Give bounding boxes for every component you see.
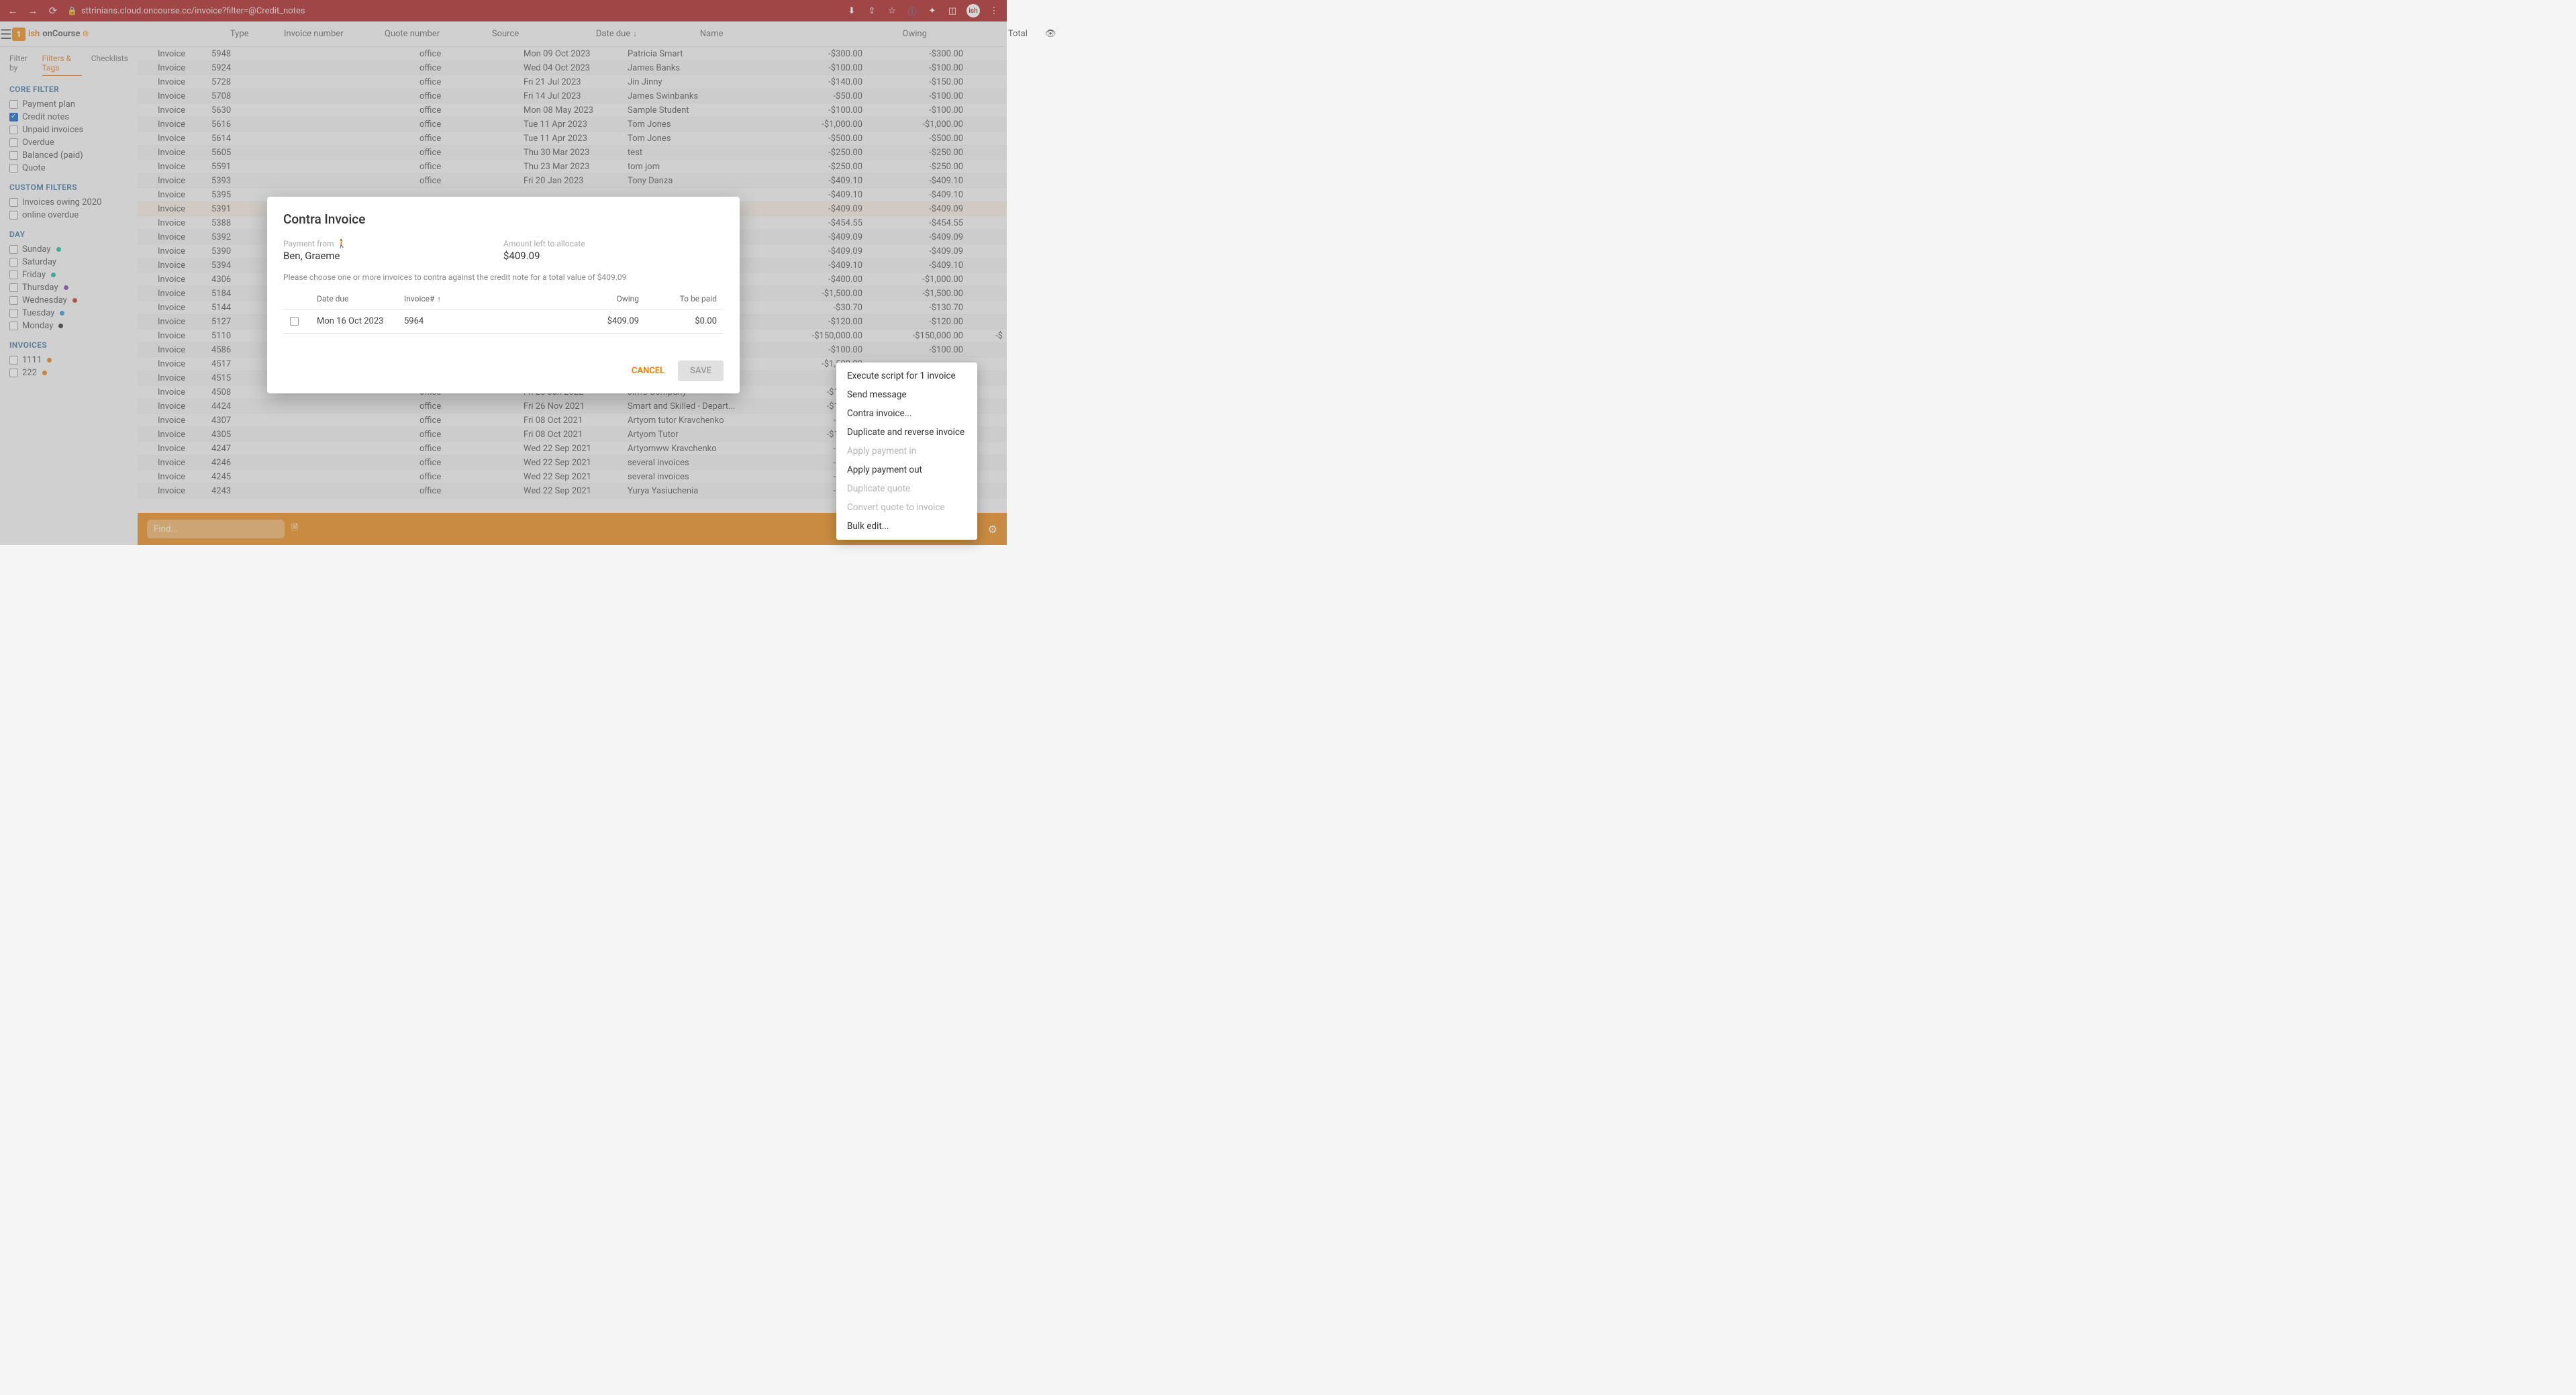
mth-owing[interactable]: Owing [538, 294, 639, 303]
mth-paid[interactable]: To be paid [639, 294, 717, 303]
modal-help-text: Please choose one or more invoices to co… [283, 273, 724, 282]
context-menu-item: Convert quote to invoice [836, 498, 977, 517]
eye-icon[interactable]: 👁 [1032, 29, 1070, 39]
payment-from-value: Ben, Graeme [283, 250, 503, 262]
row-checkbox[interactable] [290, 317, 299, 326]
modal-invoice-row[interactable]: Mon 16 Oct 2023 5964 $409.09 $0.00 [283, 309, 724, 334]
context-menu-item[interactable]: Duplicate and reverse invoice [836, 423, 977, 442]
context-menu-item: Duplicate quote [836, 479, 977, 498]
modal-title: Contra Invoice [283, 211, 724, 227]
payment-from-label: Payment from [283, 239, 334, 248]
save-button: SAVE [678, 360, 724, 381]
mth-due[interactable]: Date due [317, 294, 404, 303]
mth-inv[interactable]: Invoice# [404, 294, 434, 303]
context-menu-item: Apply payment in [836, 442, 977, 461]
contra-invoice-modal: Contra Invoice Payment from🚶 Ben, Graeme… [267, 197, 740, 393]
amount-label: Amount left to allocate [503, 239, 724, 248]
context-menu-item[interactable]: Execute script for 1 invoice [836, 367, 977, 385]
context-menu: Execute script for 1 invoiceSend message… [836, 363, 977, 540]
amount-value: $409.09 [503, 250, 724, 262]
person-icon: 🚶 [337, 239, 347, 248]
context-menu-item[interactable]: Bulk edit... [836, 517, 977, 536]
context-menu-item[interactable]: Contra invoice... [836, 404, 977, 423]
sort-up-icon: ↑ [437, 295, 441, 303]
context-menu-item[interactable]: Send message [836, 385, 977, 404]
context-menu-item[interactable]: Apply payment out [836, 461, 977, 479]
cancel-button[interactable]: CANCEL [622, 360, 674, 381]
